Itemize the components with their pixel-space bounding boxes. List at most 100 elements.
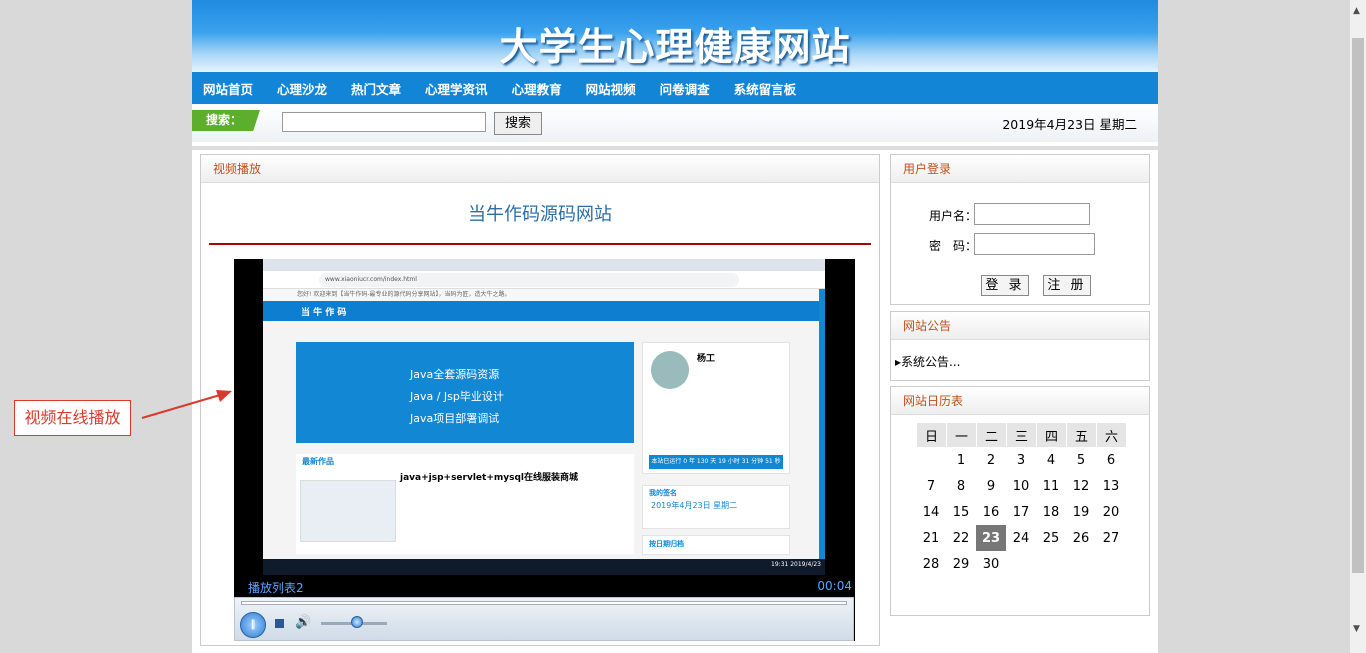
nav-item-hot-articles[interactable]: 热门文章: [351, 79, 401, 98]
nav-item-survey[interactable]: 问卷调查: [660, 79, 710, 98]
weekday-sun: 日: [916, 423, 946, 447]
notice-item[interactable]: ▸系统公告...: [895, 353, 960, 370]
site-logo: 当 牛 作 码: [301, 308, 347, 318]
calendar-day[interactable]: 24: [1006, 525, 1036, 551]
signature-card: 我的签名 2019年4月23日 星期二: [642, 485, 790, 529]
calendar-day[interactable]: 10: [1006, 473, 1036, 499]
calendar-day[interactable]: 28: [916, 551, 946, 577]
browser-tabbar: [263, 259, 825, 271]
scroll-up-icon[interactable]: ▲: [1353, 6, 1360, 16]
scroll-down-icon[interactable]: ▼: [1353, 624, 1360, 634]
site-header: 大学生心理健康网站: [192, 0, 1158, 72]
calendar-empty-cell: [916, 447, 946, 473]
calendar-week: 21 22 23 24 25 26 27: [916, 525, 1126, 551]
scrollbar-thumb[interactable]: [1352, 38, 1364, 573]
login-button[interactable]: 登 录: [981, 275, 1029, 296]
pause-icon[interactable]: ‖: [240, 612, 266, 638]
video-title: 当牛作码源码网站: [468, 204, 612, 225]
current-date: 2019年4月23日 星期二: [1002, 117, 1137, 132]
seek-bar[interactable]: [241, 601, 847, 605]
works-thumbnail: [300, 480, 396, 542]
calendar-day[interactable]: 9: [976, 473, 1006, 499]
works-heading: 最新作品: [302, 457, 334, 466]
register-button[interactable]: 注 册: [1043, 275, 1091, 296]
weekday-sat: 六: [1096, 423, 1126, 447]
calendar-heading: 网站日历表: [891, 387, 1149, 415]
profile-name: 杨工: [697, 354, 716, 364]
stop-icon[interactable]: [275, 619, 284, 628]
calendar-day[interactable]: 17: [1006, 499, 1036, 525]
nav-item-psych-news[interactable]: 心理学资讯: [425, 79, 488, 98]
calendar-day[interactable]: 14: [916, 499, 946, 525]
password-field[interactable]: [974, 233, 1095, 255]
notice-heading: 网站公告: [891, 312, 1149, 340]
calendar-day[interactable]: 16: [976, 499, 1006, 525]
frame-clock: 19:31 2019/4/23: [771, 561, 821, 568]
calendar-week: 14 15 16 17 18 19 20: [916, 499, 1126, 525]
calendar-day[interactable]: 26: [1066, 525, 1096, 551]
search-input[interactable]: [282, 112, 486, 132]
signature-heading: 我的签名: [649, 489, 677, 497]
calendar-day[interactable]: 5: [1066, 447, 1096, 473]
video-player[interactable]: www.xiaoniucr.com/index.html 您好! 欢迎来到【当牛…: [234, 259, 855, 641]
calendar-day[interactable]: 29: [946, 551, 976, 577]
weekday-thu: 四: [1036, 423, 1066, 447]
video-frame: www.xiaoniucr.com/index.html 您好! 欢迎来到【当牛…: [263, 259, 825, 559]
calendar-day[interactable]: 1: [946, 447, 976, 473]
calendar-day[interactable]: 27: [1096, 525, 1126, 551]
calendar-empty-cell: [1036, 551, 1066, 577]
latest-works: 最新作品 java+jsp+servlet+mysql在线服装商城: [296, 454, 634, 554]
weekday-fri: 五: [1066, 423, 1096, 447]
site-navbar: 当 牛 作 码: [263, 301, 825, 321]
profile-card: 杨工 本站已运行 0 年 130 天 19 小时 31 分钟 51 秒: [642, 342, 790, 474]
site-topbar: 您好! 欢迎来到【当牛作码-最专业的源代码分享网站】，当码为匠，造大牛之路。: [263, 289, 825, 301]
calendar-day[interactable]: 13: [1096, 473, 1126, 499]
calendar-day[interactable]: 19: [1066, 499, 1096, 525]
title-underline: [209, 243, 871, 245]
calendar-day[interactable]: 15: [946, 499, 976, 525]
calendar-day[interactable]: 30: [976, 551, 1006, 577]
password-label: 密 码：: [929, 239, 978, 253]
nav-item-guestbook[interactable]: 系统留言板: [734, 79, 797, 98]
calendar-day[interactable]: 7: [916, 473, 946, 499]
divider: [192, 146, 1158, 150]
site-title: 大学生心理健康网站: [499, 25, 851, 69]
site-banner: Java全套源码资源 Java / Jsp毕业设计 Java项目部署调试: [296, 342, 634, 443]
calendar-panel: 网站日历表 日 一 二 三 四 五 六 1 2 3 4 5 6 7 8 9 10 11 12 13 14 1…: [890, 386, 1150, 616]
volume-knob[interactable]: [351, 616, 363, 628]
banner-line: Java项目部署调试: [410, 412, 500, 425]
weekday-mon: 一: [946, 423, 976, 447]
nav-item-psych-education[interactable]: 心理教育: [512, 79, 562, 98]
calendar-day[interactable]: 18: [1036, 499, 1066, 525]
calendar-day[interactable]: 20: [1096, 499, 1126, 525]
calendar-empty-cell: [1066, 551, 1096, 577]
calendar-day[interactable]: 12: [1066, 473, 1096, 499]
window-scrollbar[interactable]: ▲ ▼: [1350, 0, 1366, 653]
login-heading: 用户登录: [891, 155, 1149, 183]
calendar-day[interactable]: 8: [946, 473, 976, 499]
calendar-day[interactable]: 25: [1036, 525, 1066, 551]
calendar-day[interactable]: 6: [1096, 447, 1126, 473]
calendar-day[interactable]: 4: [1036, 447, 1066, 473]
volume-icon[interactable]: 🔊: [295, 615, 311, 630]
nav-item-salon[interactable]: 心理沙龙: [277, 79, 327, 98]
calendar-day[interactable]: 3: [1006, 447, 1036, 473]
calendar-day[interactable]: 21: [916, 525, 946, 551]
playlist-label[interactable]: 播放列表2: [248, 579, 304, 596]
browser-urlbar: www.xiaoniucr.com/index.html: [263, 271, 825, 289]
main-nav: 网站首页 心理沙龙 热门文章 心理学资讯 心理教育 网站视频 问卷调查 系统留言…: [192, 72, 1158, 104]
calendar-day[interactable]: 23: [976, 525, 1006, 551]
notice-panel: 网站公告 ▸系统公告...: [890, 311, 1150, 381]
nav-item-home[interactable]: 网站首页: [203, 79, 253, 98]
calendar-day[interactable]: 2: [976, 447, 1006, 473]
player-controls: ‖ 🔊: [234, 597, 854, 641]
annotation-arrow: [141, 390, 232, 419]
calendar-day[interactable]: 22: [946, 525, 976, 551]
username-field[interactable]: [974, 203, 1090, 225]
calendar-week: 7 8 9 10 11 12 13: [916, 473, 1126, 499]
frame-taskbar: 19:31 2019/4/23: [263, 559, 825, 575]
nav-item-videos[interactable]: 网站视频: [586, 79, 636, 98]
calendar-table: 日 一 二 三 四 五 六 1 2 3 4 5 6 7 8 9 10 11 12 13 14 15 16 17 1…: [916, 423, 1126, 577]
search-button[interactable]: 搜索: [494, 112, 542, 135]
calendar-day[interactable]: 11: [1036, 473, 1066, 499]
